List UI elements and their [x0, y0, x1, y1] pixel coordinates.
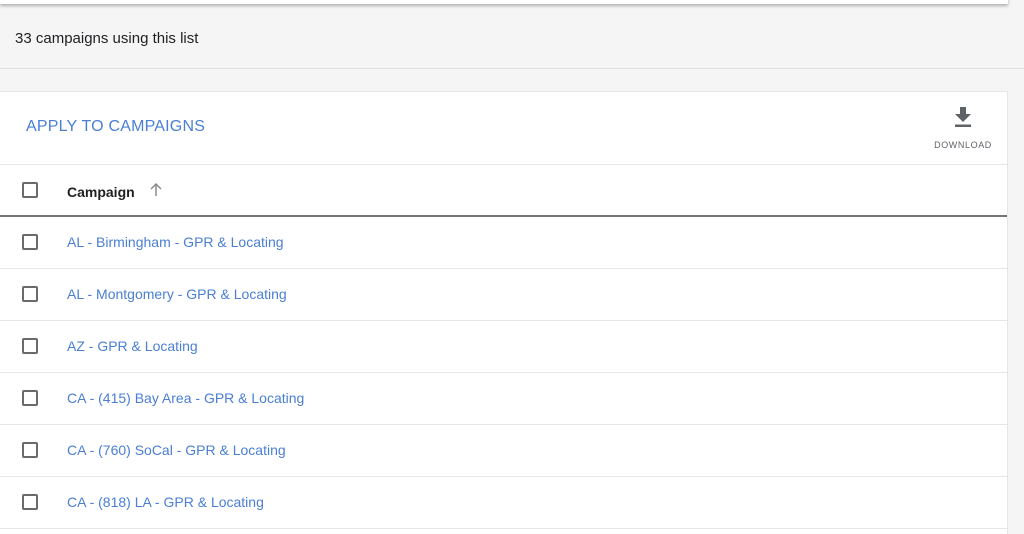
campaign-link[interactable]: CA - (760) SoCal - GPR & Locating [67, 442, 286, 458]
panel-toolbar: APPLY TO CAMPAIGNS DOWNLOAD [0, 92, 1007, 165]
campaign-link[interactable]: AL - Montgomery - GPR & Locating [67, 286, 287, 302]
campaign-count-summary: 33 campaigns using this list [15, 30, 199, 47]
table-row: CA - (818) LA - GPR & Locating [0, 477, 1007, 529]
row-checkbox[interactable] [22, 286, 38, 302]
download-icon [955, 107, 971, 127]
row-checkbox[interactable] [22, 338, 38, 354]
row-checkbox[interactable] [22, 234, 38, 250]
table-row: CA - (415) Bay Area - GPR & Locating [0, 373, 1007, 425]
table-row: CA - (760) SoCal - GPR & Locating [0, 425, 1007, 477]
row-checkbox[interactable] [22, 390, 38, 406]
table-row: AL - Birmingham - GPR & Locating [0, 217, 1007, 269]
download-label: DOWNLOAD [934, 140, 992, 150]
download-button[interactable]: DOWNLOAD [933, 106, 993, 150]
campaign-link[interactable]: CA - (818) LA - GPR & Locating [67, 494, 264, 510]
apply-to-campaigns-button[interactable]: APPLY TO CAMPAIGNS [26, 118, 205, 136]
campaign-link[interactable]: AL - Birmingham - GPR & Locating [67, 234, 284, 250]
select-all-checkbox[interactable] [22, 182, 38, 198]
top-card [0, 0, 1008, 4]
row-checkbox[interactable] [22, 442, 38, 458]
row-checkbox[interactable] [22, 494, 38, 510]
divider [0, 68, 1024, 69]
campaign-link[interactable]: AZ - GPR & Locating [67, 338, 198, 354]
campaign-link[interactable]: CA - (415) Bay Area - GPR & Locating [67, 390, 304, 406]
table-row: AL - Montgomery - GPR & Locating [0, 269, 1007, 321]
campaign-column-header[interactable]: Campaign [67, 184, 135, 200]
campaigns-panel: APPLY TO CAMPAIGNS DOWNLOAD Campaign AL … [0, 91, 1008, 534]
arrow-up-icon[interactable] [149, 182, 163, 197]
table-header: Campaign [0, 165, 1007, 217]
table-row: AZ - GPR & Locating [0, 321, 1007, 373]
